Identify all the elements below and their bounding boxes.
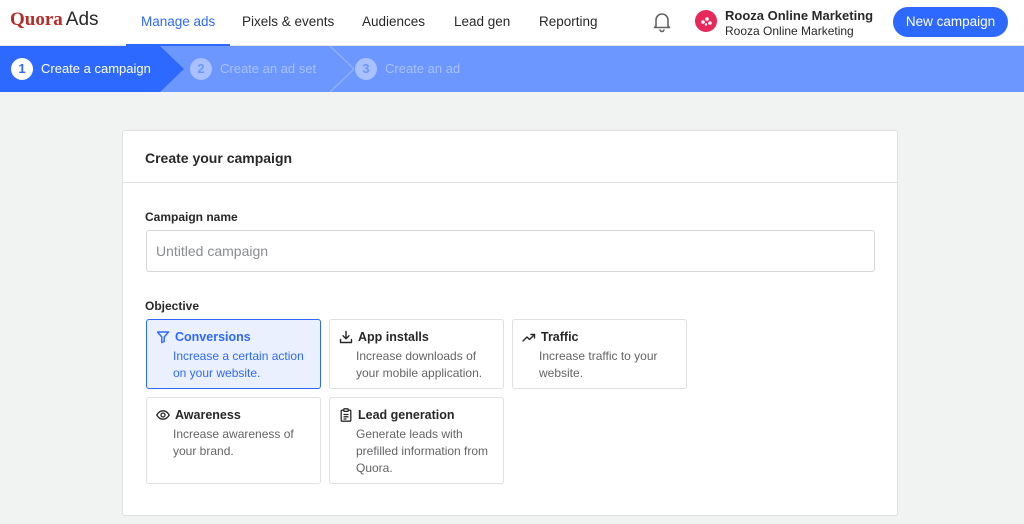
objective-description: Generate leads with prefilled informatio…: [356, 427, 489, 475]
new-campaign-button[interactable]: New campaign: [893, 7, 1008, 37]
nav-pixels-events[interactable]: Pixels & events: [242, 0, 334, 46]
objective-description: Increase awareness of your brand.: [173, 427, 294, 458]
step-2-label: Create an ad set: [220, 61, 317, 76]
step-progress-bar: 1 Create a campaign 2 Create an ad set 3…: [0, 46, 1024, 92]
download-icon: [339, 330, 353, 344]
filter-icon: [156, 331, 170, 344]
quora-ads-logo[interactable]: Quora Ads: [10, 9, 99, 31]
objective-title: Awareness: [175, 408, 241, 422]
product-name: Ads: [65, 9, 99, 30]
objective-title: Traffic: [541, 330, 579, 344]
objective-title: App installs: [358, 330, 429, 344]
avatar-dots-icon: [701, 17, 712, 26]
brand-name: Quora: [10, 9, 63, 30]
step-1-label[interactable]: Create a campaign: [41, 61, 151, 76]
nav-lead-gen[interactable]: Lead gen: [454, 0, 510, 46]
objective-app-installs[interactable]: App installs Increase downloads of your …: [329, 319, 504, 389]
objective-conversions[interactable]: Conversions Increase a certain action on…: [146, 319, 321, 389]
step-3-number: 3: [355, 58, 377, 80]
step-2-chevron: [330, 46, 354, 92]
objective-description: Increase downloads of your mobile applic…: [356, 349, 483, 380]
card-title: Create your campaign: [145, 150, 293, 166]
objective-title: Lead generation: [358, 408, 455, 422]
top-nav: Quora Ads Manage ads Pixels & events Audi…: [0, 0, 1024, 46]
account-avatar[interactable]: [695, 10, 717, 32]
step-2-number: 2: [190, 58, 212, 80]
bell-icon[interactable]: [650, 9, 674, 33]
campaign-name-label: Campaign name: [145, 210, 238, 224]
account-subtitle: Rooza Online Marketing: [725, 24, 854, 38]
step-1-number: 1: [11, 58, 33, 80]
clipboard-icon: [340, 408, 352, 422]
objective-description: Increase traffic to your website.: [539, 349, 658, 380]
create-campaign-card: Create your campaign Campaign name Objec…: [122, 130, 898, 516]
objective-title: Conversions: [175, 330, 251, 344]
objective-traffic[interactable]: Traffic Increase traffic to your website…: [512, 319, 687, 389]
eye-icon: [156, 410, 170, 420]
objective-awareness[interactable]: Awareness Increase awareness of your bra…: [146, 397, 321, 484]
objective-lead-generation[interactable]: Lead generation Generate leads with pref…: [329, 397, 504, 484]
card-header: Create your campaign: [123, 131, 897, 183]
nav-reporting[interactable]: Reporting: [539, 0, 598, 46]
objective-label: Objective: [145, 299, 200, 313]
step-3-label: Create an ad: [385, 61, 461, 76]
trending-up-icon: [522, 333, 536, 342]
nav-manage-ads[interactable]: Manage ads: [126, 0, 231, 46]
nav-audiences[interactable]: Audiences: [362, 0, 425, 46]
objective-description: Increase a certain action on your websit…: [173, 349, 304, 380]
step-1-chevron: [160, 46, 184, 92]
campaign-name-input[interactable]: [146, 230, 875, 272]
account-name[interactable]: Rooza Online Marketing: [725, 8, 873, 23]
